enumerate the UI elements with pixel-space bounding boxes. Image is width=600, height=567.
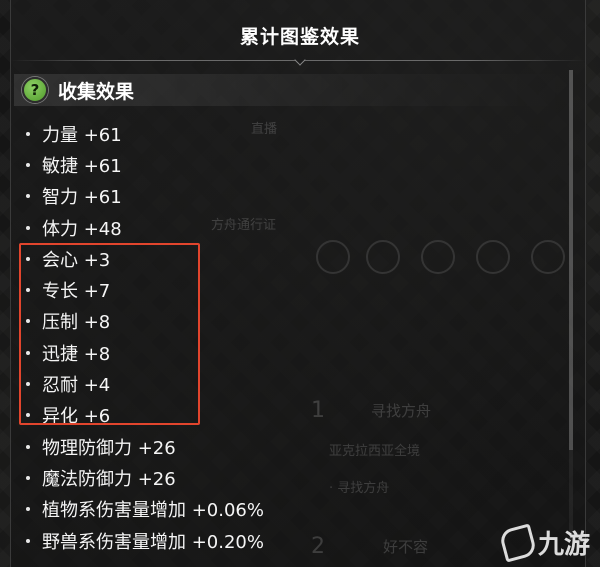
bullet-icon bbox=[26, 444, 30, 449]
list-item: 体力 +48 bbox=[24, 212, 564, 243]
list-item: 魔法防御力 +26 bbox=[24, 462, 564, 493]
effect-label: 体力 +48 bbox=[42, 218, 122, 240]
effect-label: 敏捷 +61 bbox=[42, 155, 122, 177]
effect-label: 植物系伤害量增加 +0.06% bbox=[42, 500, 264, 522]
effect-label: 野兽系伤害量增加 +0.20% bbox=[42, 531, 264, 553]
list-item: 敏捷 +61 bbox=[24, 149, 564, 180]
bullet-icon bbox=[26, 475, 30, 480]
bullet-icon bbox=[26, 507, 30, 512]
window-title: 累计图鉴效果 bbox=[239, 26, 360, 48]
bullet-icon bbox=[26, 131, 30, 136]
effect-label: 智力 +61 bbox=[42, 187, 122, 209]
bullet-icon bbox=[26, 225, 30, 230]
watermark-text: 九游 bbox=[537, 530, 590, 560]
watermark: 九游 bbox=[498, 522, 590, 563]
list-item: 野兽系伤害量增加 +0.20% bbox=[24, 525, 564, 556]
effect-label: 力量 +61 bbox=[42, 124, 122, 146]
list-item: 植物系伤害量增加 +0.06% bbox=[24, 494, 564, 525]
bullet-icon bbox=[26, 538, 30, 543]
help-icon[interactable]: ? bbox=[22, 77, 48, 103]
bullet-icon bbox=[26, 194, 30, 199]
section-title: 收集效果 bbox=[58, 80, 135, 103]
scrollbar-thumb[interactable] bbox=[569, 70, 573, 450]
effect-label: 魔法防御力 +26 bbox=[42, 468, 176, 490]
list-item: 物理防御力 +26 bbox=[24, 431, 564, 462]
help-icon-glyph: ? bbox=[30, 81, 40, 99]
bullet-icon bbox=[26, 162, 30, 167]
effect-label: 物理防御力 +26 bbox=[42, 437, 176, 459]
list-item: 智力 +61 bbox=[24, 181, 564, 212]
watermark-logo-icon bbox=[498, 522, 538, 563]
highlight-annotation-box bbox=[19, 243, 200, 425]
section-header: ? 收集效果 bbox=[14, 74, 574, 106]
list-item: 力量 +61 bbox=[24, 118, 564, 149]
scrollbar[interactable] bbox=[569, 70, 573, 540]
